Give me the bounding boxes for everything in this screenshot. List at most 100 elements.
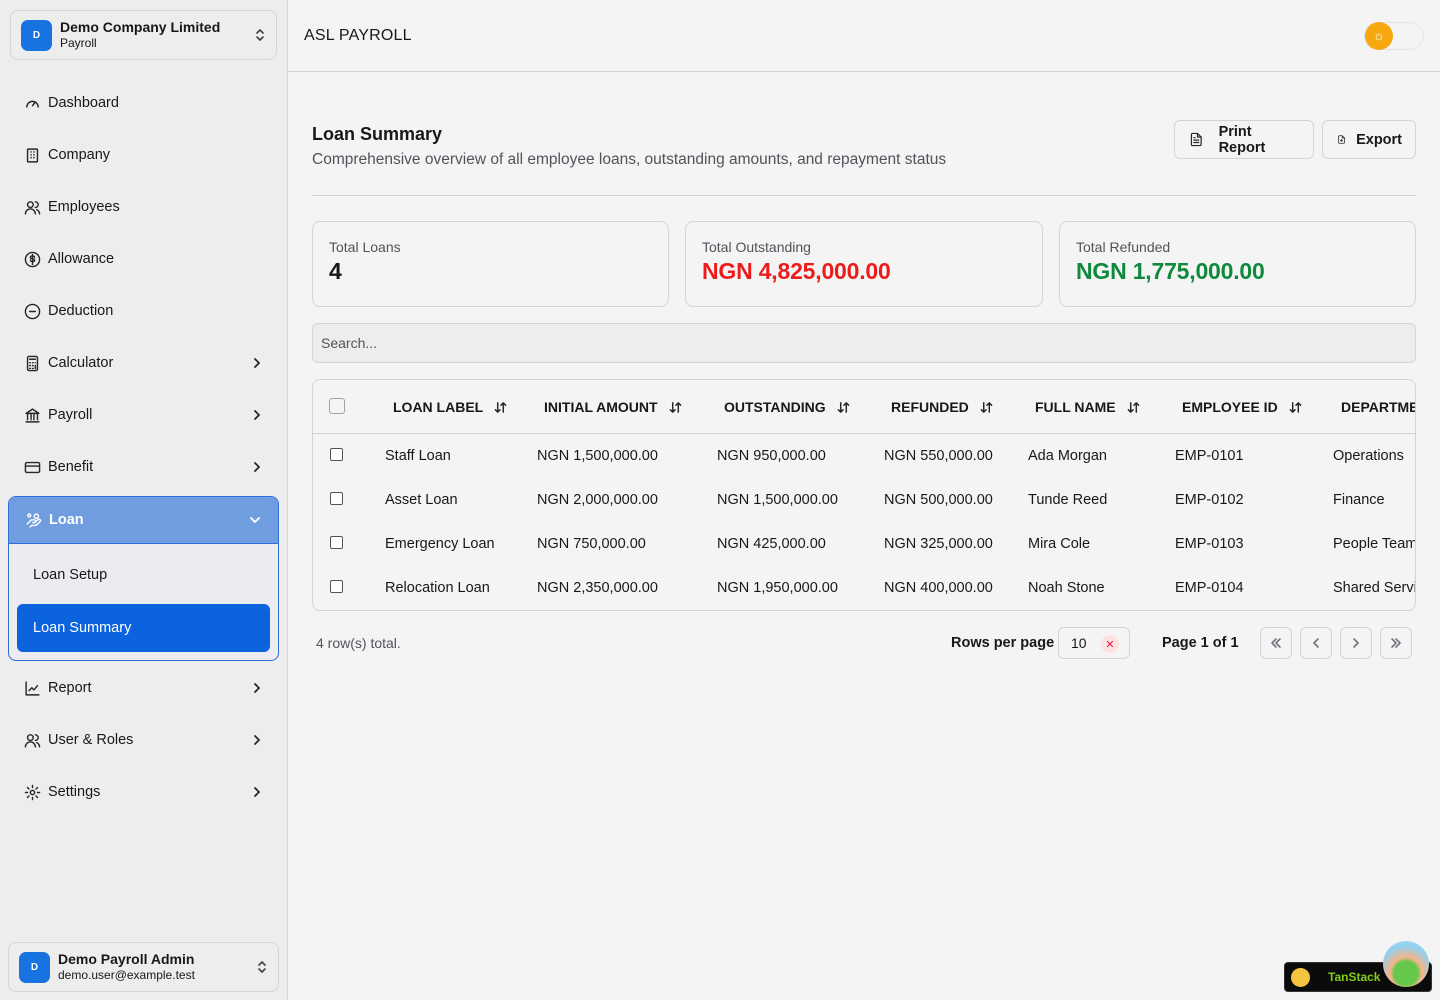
sidebar-item-user-roles[interactable]: User & Roles (10, 714, 278, 766)
cell-outstanding: NGN 1,950,000.00 (717, 580, 838, 596)
file-download-icon (1338, 135, 1345, 144)
column-label: LOAN LABEL (393, 399, 484, 415)
sidebar-item-deduction[interactable]: Deduction (10, 285, 278, 337)
stat-label: Total Loans (329, 239, 401, 255)
stat-card-total-loans: Total Loans 4 (312, 221, 669, 307)
sidebar-subitem-loan-setup[interactable]: Loan Setup (17, 551, 270, 599)
org-switcher[interactable]: D Demo Company Limited Payroll (10, 10, 277, 60)
first-page-button[interactable] (1260, 627, 1292, 659)
sidebar-item-report[interactable]: Report (10, 662, 278, 714)
building-icon (26, 147, 39, 163)
stat-label: Total Outstanding (702, 239, 811, 255)
minus-circle-icon (24, 303, 41, 319)
page-header: Loan Summary Comprehensive overview of a… (312, 96, 1416, 196)
row-checkbox[interactable] (330, 580, 343, 593)
select-all-checkbox[interactable] (329, 398, 345, 414)
rows-per-page-select[interactable]: 10 ✕ (1058, 627, 1130, 659)
cell-full-name: Mira Cole (1028, 536, 1091, 552)
org-module: Payroll (60, 36, 97, 50)
user-email: demo.user@example.test (58, 968, 195, 982)
column-header-initial-amount[interactable]: INITIAL AMOUNT (544, 380, 682, 434)
sidebar-item-label: Calculator (48, 355, 114, 371)
org-name: Demo Company Limited (60, 19, 221, 35)
tanstack-label: TanStack (1328, 970, 1381, 984)
cell-full-name: Ada Morgan (1028, 448, 1107, 464)
column-label: FULL NAME (1035, 399, 1116, 415)
tanstack-devtools-button[interactable]: TanStack (1284, 941, 1432, 992)
user-name: Demo Payroll Admin (58, 951, 195, 967)
search-input[interactable] (312, 323, 1416, 363)
column-header-outstanding[interactable]: OUTSTANDING (724, 380, 850, 434)
sort-icon (1127, 401, 1139, 413)
theme-toggle[interactable]: ☼ (1364, 21, 1424, 50)
cell-outstanding: NGN 950,000.00 (717, 448, 826, 464)
users-icon (24, 200, 41, 215)
stat-value: NGN 1,775,000.00 (1076, 258, 1265, 284)
cell-initial-amount: NGN 750,000.00 (537, 536, 646, 552)
cell-employee-id: EMP-0101 (1175, 448, 1244, 464)
sidebar-item-dashboard[interactable]: Dashboard (10, 77, 278, 129)
sidebar-item-allowance[interactable]: Allowance (10, 233, 278, 285)
sidebar-item-employees[interactable]: Employees (10, 181, 278, 233)
column-label: INITIAL AMOUNT (544, 399, 658, 415)
sidebar-item-loan[interactable]: Loan (9, 497, 278, 544)
sidebar-item-label: Company (48, 147, 111, 163)
row-checkbox[interactable] (330, 536, 343, 549)
sort-icon (837, 401, 849, 413)
column-header-full-name[interactable]: FULL NAME (1035, 380, 1140, 434)
sidebar-item-label: Dashboard (48, 95, 119, 111)
sidebar-item-label: Allowance (48, 251, 115, 267)
cell-department: Finance (1333, 492, 1385, 508)
table-footer: 4 row(s) total. Rows per page 10 ✕ Page … (312, 627, 1416, 659)
sort-icon (1289, 401, 1302, 413)
sidebar-item-label: Benefit (48, 459, 94, 475)
stat-value: NGN 4,825,000.00 (702, 258, 891, 284)
last-page-button[interactable] (1380, 627, 1412, 659)
cell-department: People Team (1333, 536, 1416, 552)
top-bar: ASL PAYROLL ☼ (288, 0, 1440, 72)
table-row[interactable]: Staff Loan NGN 1,500,000.00 NGN 950,000.… (313, 434, 1415, 478)
sidebar-subitem-loan-summary[interactable]: Loan Summary (17, 604, 270, 652)
column-header-department[interactable]: DEPARTME (1341, 380, 1415, 434)
rows-per-page-value: 10 (1071, 635, 1087, 651)
chevron-right-icon (254, 787, 260, 797)
clear-icon[interactable]: ✕ (1101, 635, 1119, 653)
column-label: EMPLOYEE ID (1182, 399, 1278, 415)
stat-cards: Total Loans 4 Total Outstanding NGN 4,82… (312, 221, 1416, 307)
row-checkbox[interactable] (330, 492, 343, 505)
column-header-employee-id[interactable]: EMPLOYEE ID (1182, 380, 1302, 434)
org-avatar: D (21, 19, 52, 51)
cell-full-name: Noah Stone (1028, 580, 1105, 596)
sidebar: D Demo Company Limited Payroll Dashboard… (0, 0, 288, 1000)
stat-label: Total Refunded (1076, 239, 1171, 255)
user-menu[interactable]: D Demo Payroll Admin demo.user@example.t… (8, 942, 279, 992)
sidebar-item-label: Employees (48, 199, 120, 215)
chevron-right-icon (254, 358, 260, 368)
sidebar-nav-bottom: Report User & Roles Settings (10, 662, 278, 818)
sidebar-item-benefit[interactable]: Benefit (10, 441, 278, 493)
cell-outstanding: NGN 1,500,000.00 (717, 492, 838, 508)
export-button[interactable]: Export (1322, 120, 1416, 159)
loan-table: LOAN LABEL INITIAL AMOUNT OUTSTANDING RE… (312, 379, 1416, 611)
dollar-circle-icon (24, 251, 41, 267)
column-header-loan-label[interactable]: LOAN LABEL (393, 380, 507, 434)
previous-page-button[interactable] (1300, 627, 1332, 659)
cell-initial-amount: NGN 1,500,000.00 (537, 448, 658, 464)
sidebar-item-settings[interactable]: Settings (10, 766, 278, 818)
sidebar-item-calculator[interactable]: Calculator (10, 337, 278, 389)
user-avatar: D (19, 951, 50, 983)
cell-department: Operations (1333, 448, 1404, 464)
table-row[interactable]: Relocation Loan NGN 2,350,000.00 NGN 1,9… (313, 566, 1415, 610)
next-page-button[interactable] (1340, 627, 1372, 659)
print-report-button[interactable]: Print Report (1174, 120, 1314, 159)
sidebar-item-company[interactable]: Company (10, 129, 278, 181)
cell-full-name: Tunde Reed (1028, 492, 1108, 508)
sidebar-item-payroll[interactable]: Payroll (10, 389, 278, 441)
table-row[interactable]: Asset Loan NGN 2,000,000.00 NGN 1,500,00… (313, 478, 1415, 522)
chevron-right-icon (1353, 638, 1359, 648)
row-checkbox[interactable] (330, 448, 343, 461)
stat-card-total-refunded: Total Refunded NGN 1,775,000.00 (1059, 221, 1416, 307)
table-row[interactable]: Emergency Loan NGN 750,000.00 NGN 425,00… (313, 522, 1415, 566)
sidebar-item-label: Report (48, 680, 92, 696)
column-header-refunded[interactable]: REFUNDED (891, 380, 993, 434)
